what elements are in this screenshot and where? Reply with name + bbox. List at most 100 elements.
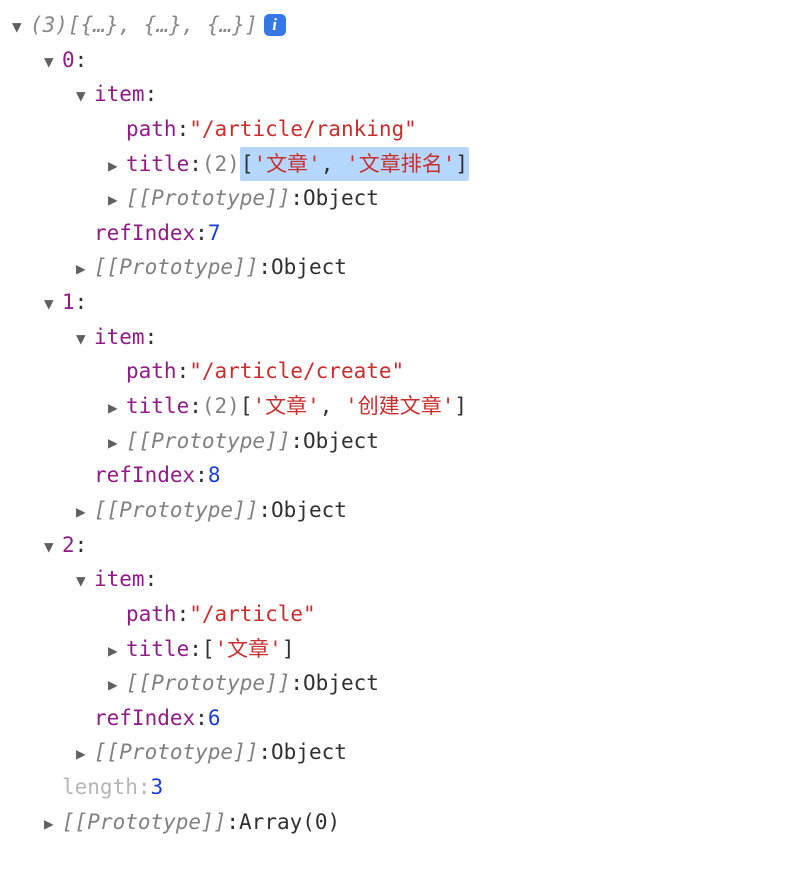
prototype-key: [[Prototype]]	[126, 424, 290, 459]
prototype-row[interactable]: [[Prototype]]: Object	[12, 181, 782, 216]
item-key: item	[94, 77, 145, 112]
bracket-open: [	[240, 394, 253, 418]
expand-arrow-right-icon[interactable]	[108, 187, 124, 213]
colon: :	[75, 285, 88, 320]
expand-arrow-right-icon[interactable]	[108, 395, 124, 421]
prototype-row[interactable]: [[Prototype]]: Object	[12, 735, 782, 770]
colon: :	[189, 389, 202, 424]
path-key: path	[126, 354, 177, 389]
item-object-row[interactable]: item:	[12, 320, 782, 355]
refindex-row[interactable]: refIndex: 7	[12, 216, 782, 251]
info-icon[interactable]: i	[264, 14, 286, 36]
prototype-value: Object	[271, 250, 347, 285]
array-preview: [{…}, {…}, {…}]	[68, 8, 258, 43]
refindex-row[interactable]: refIndex: 8	[12, 458, 782, 493]
prototype-key: [[Prototype]]	[62, 805, 226, 840]
path-row[interactable]: path: "/article/ranking"	[12, 112, 782, 147]
colon: :	[145, 562, 158, 597]
title-row[interactable]: title: (2) ['文章', '文章排名']	[12, 147, 782, 182]
title-key: title	[126, 147, 189, 182]
title-array-value: '文章'	[252, 394, 319, 418]
comma: ,	[321, 152, 346, 176]
refindex-value: 6	[208, 701, 221, 736]
colon: :	[177, 354, 190, 389]
colon: :	[138, 770, 151, 805]
expand-arrow-right-icon[interactable]	[108, 430, 124, 456]
colon: :	[177, 597, 190, 632]
prototype-row[interactable]: [[Prototype]]: Object	[12, 493, 782, 528]
expand-arrow-right-icon[interactable]	[108, 672, 124, 698]
title-row[interactable]: title: ['文章']	[12, 632, 782, 667]
expand-arrow-right-icon[interactable]	[76, 499, 92, 525]
colon: :	[177, 112, 190, 147]
bracket-close: ]	[282, 637, 295, 661]
length-value: 3	[151, 770, 164, 805]
refindex-value: 8	[208, 458, 221, 493]
prototype-key: [[Prototype]]	[94, 250, 258, 285]
prototype-key: [[Prototype]]	[94, 735, 258, 770]
title-count: (2)	[202, 389, 240, 424]
colon: :	[145, 77, 158, 112]
title-array-value: '文章排名'	[346, 152, 455, 176]
length-row[interactable]: length: 3	[12, 770, 782, 805]
prototype-key: [[Prototype]]	[94, 493, 258, 528]
prototype-row[interactable]: [[Prototype]]: Object	[12, 424, 782, 459]
title-array-value: '文章'	[215, 637, 282, 661]
title-array-preview: ['文章']	[202, 632, 295, 667]
prototype-row[interactable]: [[Prototype]]: Array(0)	[12, 805, 782, 840]
array-length-summary: (3)	[30, 8, 68, 43]
expand-arrow-down-icon[interactable]	[44, 49, 60, 75]
prototype-value: Object	[271, 493, 347, 528]
array-root-row[interactable]: (3) [{…}, {…}, {…}] i	[12, 8, 782, 43]
colon: :	[189, 632, 202, 667]
prototype-value: Array(0)	[239, 805, 340, 840]
title-array-preview: ['文章', '创建文章']	[240, 389, 467, 424]
expand-arrow-down-icon[interactable]	[44, 291, 60, 317]
path-row[interactable]: path: "/article"	[12, 597, 782, 632]
colon: :	[189, 147, 202, 182]
colon: :	[75, 528, 88, 563]
title-key: title	[126, 389, 189, 424]
comma: ,	[320, 394, 345, 418]
title-row[interactable]: title: (2) ['文章', '创建文章']	[12, 389, 782, 424]
expand-arrow-down-icon[interactable]	[76, 83, 92, 109]
item-object-row[interactable]: item:	[12, 77, 782, 112]
colon: :	[195, 458, 208, 493]
item-key: item	[94, 562, 145, 597]
expand-arrow-right-icon[interactable]	[76, 741, 92, 767]
expand-arrow-right-icon[interactable]	[44, 811, 60, 837]
array-item-row[interactable]: 2:	[12, 528, 782, 563]
array-index-key: 1	[62, 285, 75, 320]
array-item-row[interactable]: 0:	[12, 43, 782, 78]
expand-arrow-down-icon[interactable]	[76, 568, 92, 594]
colon: :	[258, 493, 271, 528]
expand-arrow-right-icon[interactable]	[108, 153, 124, 179]
prototype-row[interactable]: [[Prototype]]: Object	[12, 666, 782, 701]
refindex-key: refIndex	[94, 458, 195, 493]
expand-arrow-down-icon[interactable]	[76, 326, 92, 352]
prototype-value: Object	[271, 735, 347, 770]
expand-arrow-right-icon[interactable]	[108, 638, 124, 664]
colon: :	[290, 424, 303, 459]
refindex-row[interactable]: refIndex: 6	[12, 701, 782, 736]
path-key: path	[126, 112, 177, 147]
prototype-row[interactable]: [[Prototype]]: Object	[12, 250, 782, 285]
title-array-value: '文章'	[253, 152, 320, 176]
colon: :	[145, 320, 158, 355]
prototype-value: Object	[303, 666, 379, 701]
prototype-key: [[Prototype]]	[126, 666, 290, 701]
array-item-row[interactable]: 1:	[12, 285, 782, 320]
expand-arrow-right-icon[interactable]	[76, 256, 92, 282]
bracket-open: [	[202, 637, 215, 661]
path-value: "/article"	[189, 597, 315, 632]
path-row[interactable]: path: "/article/create"	[12, 354, 782, 389]
expand-arrow-down-icon[interactable]	[44, 534, 60, 560]
prototype-value: Object	[303, 181, 379, 216]
array-index-key: 2	[62, 528, 75, 563]
expand-arrow-down-icon[interactable]	[12, 14, 28, 40]
refindex-value: 7	[208, 216, 221, 251]
item-object-row[interactable]: item:	[12, 562, 782, 597]
colon: :	[226, 805, 239, 840]
colon: :	[258, 250, 271, 285]
bracket-close: ]	[454, 394, 467, 418]
